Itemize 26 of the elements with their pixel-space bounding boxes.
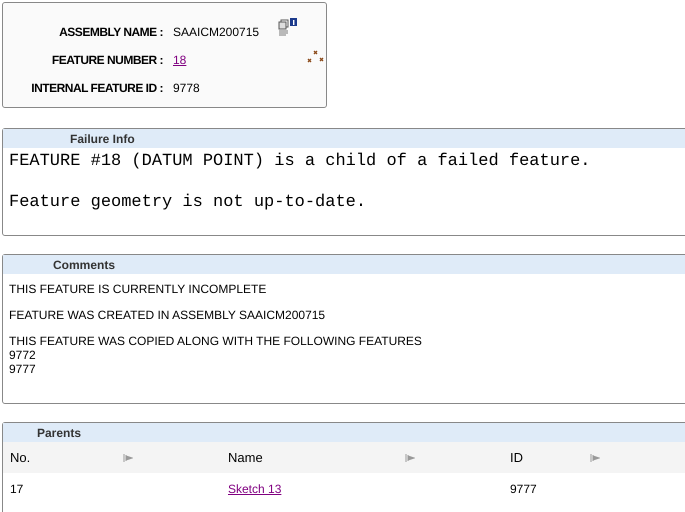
panel-title: Failure Info — [70, 132, 135, 146]
table-cell: 17 — [10, 482, 24, 496]
column-resize-icon[interactable] — [123, 454, 133, 462]
comment-line: 9777 — [9, 362, 37, 376]
column-header[interactable]: No. — [10, 450, 30, 465]
column-header[interactable]: ID — [510, 450, 523, 465]
field-value: 9778 — [173, 81, 200, 95]
field-label: FEATURE NUMBER : — [50, 53, 163, 67]
comment-line: FEATURE WAS CREATED IN ASSEMBLY SAAICM200715 — [9, 308, 326, 322]
info-document-icon[interactable] — [278, 18, 298, 36]
table-cell: 9777 — [510, 482, 537, 496]
failure-message: FEATURE #18 (DATUM POINT) is a child of a failed feature. — [9, 152, 592, 172]
field-value: SAAICM200715 — [173, 25, 260, 39]
comment-line: THIS FEATURE WAS COPIED ALONG WITH THE FOLLOWING FEATURES — [9, 334, 423, 348]
comment-line: 9772 — [9, 348, 37, 362]
column-resize-icon[interactable] — [590, 454, 600, 462]
field-label: ASSEMBLY NAME : — [58, 25, 163, 39]
field-label: INTERNAL FEATURE ID : — [30, 81, 163, 95]
comment-line: THIS FEATURE IS CURRENTLY INCOMPLETE — [9, 282, 268, 296]
failure-message: Feature geometry is not up-to-date. — [9, 193, 368, 213]
panel-title: Comments — [53, 258, 116, 272]
feature-link[interactable]: 18 — [173, 53, 186, 67]
panel-title: Parents — [37, 426, 82, 440]
parent-link[interactable]: Sketch 13 — [228, 482, 282, 496]
column-resize-icon[interactable] — [405, 454, 415, 462]
column-header[interactable]: Name — [228, 450, 263, 465]
